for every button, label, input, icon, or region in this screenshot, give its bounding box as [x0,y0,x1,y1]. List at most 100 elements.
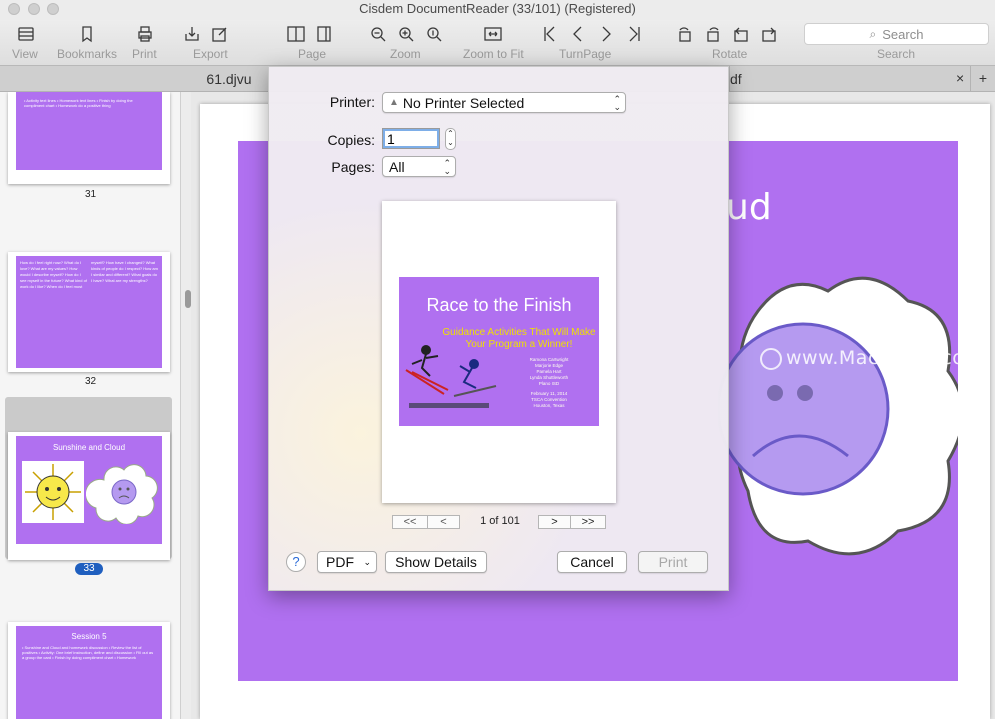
two-page-icon[interactable] [284,23,308,45]
pages-value: All [389,158,405,175]
thumbnail-title: Sunshine and Cloud [52,443,126,452]
export-group[interactable] [180,23,232,45]
page-number-31: 31 [84,189,97,200]
bookmarks-group[interactable] [75,23,99,45]
pdf-menu-button[interactable]: PDF ⌄ [317,551,377,573]
next-page-icon[interactable] [594,23,618,45]
slide-title: ud [726,187,772,228]
zoom-out-icon[interactable] [366,23,390,45]
zoom-in-icon[interactable] [394,23,418,45]
pdf-label: PDF [326,554,354,570]
search-label: Search [877,47,916,61]
thumbnail-page-34[interactable]: Session 5 • Sunshine and Cloud and homew… [8,622,170,719]
search-placeholder: Search [882,26,924,42]
print-dialog: Printer: ▲ No Printer Selected ⌃ ⌄ Copies… [268,66,729,591]
export-label: Export [193,47,228,61]
single-page-icon[interactable] [312,23,336,45]
turnpage-label: TurnPage [559,47,612,61]
pages-select[interactable]: All ⌃ ⌄ [382,156,456,177]
zoom-group[interactable] [366,23,446,45]
turnpage-group[interactable] [538,23,646,45]
help-button[interactable]: ? [286,552,306,572]
zoom-fit-group[interactable] [481,23,505,45]
cloud-icon [86,464,158,524]
cloud-icon [718,276,958,556]
bookmark-icon[interactable] [75,23,99,45]
thumbnail-slide: Sunshine and Cloud [16,436,162,544]
tab-label: df [730,70,742,87]
skiers-illustration [405,345,497,397]
watermark-logo-icon [760,347,782,370]
tab-pdf[interactable]: df [729,66,969,91]
bookmarks-label: Bookmarks [57,47,118,61]
zoom-label: Zoom [390,47,421,61]
window-title: Cisdem DocumentReader (33/101) (Register… [359,1,636,16]
search-icon: ⌕ [869,26,877,41]
updown-chevron-icon: ⌃ ⌄ [613,94,621,112]
download-icon[interactable] [180,23,204,45]
view-icon[interactable] [14,23,38,45]
thumbnail-sidebar[interactable]: • Activity text lines • Homework text li… [0,92,181,719]
thumbnail-slide: How do I feel right now? What do I love?… [16,256,162,368]
printer-icon[interactable] [133,23,157,45]
preview-date-line: Houston, Texas [533,403,565,408]
watermark-text: www.MacDown.com [786,347,984,369]
print-group[interactable] [133,23,157,45]
thumbnail-slide: Session 5 • Sunshine and Cloud and homew… [16,626,162,719]
print-button[interactable]: Print [638,551,708,573]
watermark: www.MacDown.com [760,347,983,370]
zoom-to-fit-icon[interactable] [481,23,505,45]
rotate-left-icon[interactable] [673,23,697,45]
close-window-button[interactable] [8,3,20,15]
print-preview-page: Race to the Finish Guidance Activities T… [382,201,616,503]
print-label: Print [132,47,157,61]
rotate-label: Rotate [712,47,748,61]
first-preview-page-button[interactable]: << [392,515,428,529]
preview-link-bar [409,403,489,408]
zoom-to-fit-label: Zoom to Fit [463,47,524,61]
actual-size-icon[interactable] [422,23,446,45]
copies-label: Copies: [327,132,375,148]
tab-61-djvu[interactable]: 61.djvu [0,66,268,91]
page-group[interactable] [284,23,336,45]
first-page-icon[interactable] [538,23,562,45]
copies-stepper[interactable]: ⌃ ⌄ [445,128,456,150]
thumbnail-page-32[interactable]: How do I feel right now? What do I love?… [8,252,170,372]
tab-label: 61.djvu [206,70,252,87]
tab-close-button[interactable]: × [956,70,964,86]
printer-select[interactable]: ▲ No Printer Selected ⌃ ⌄ [382,92,626,113]
preview-authors: Ramona Cartwright Marjorie Edge Pamela H… [509,357,589,409]
view-group[interactable] [14,23,38,45]
pages-label: Pages: [331,159,375,175]
thumbnail-page-33[interactable]: Sunshine and Cloud [8,432,170,560]
search-input[interactable]: ⌕ Search [804,23,989,45]
page-number-33: 33 [75,563,103,575]
rotate-page-right-icon[interactable] [757,23,781,45]
zoom-window-button[interactable] [47,3,59,15]
edit-icon[interactable] [208,23,232,45]
show-details-button[interactable]: Show Details [385,551,487,573]
last-preview-page-button[interactable]: >> [570,515,606,529]
chevron-down-icon: ⌄ [363,556,371,567]
page-label: Page [298,47,327,61]
rotate-group[interactable] [673,23,781,45]
thumbnail-title: Session 5 [71,632,107,641]
warning-icon: ▲ [389,97,399,108]
previous-page-icon[interactable] [566,23,590,45]
rotate-right-icon[interactable] [701,23,725,45]
view-label: View [12,47,38,61]
thumbnail-page-31[interactable]: • Activity text lines • Homework text li… [8,92,170,184]
printer-value: No Printer Selected [402,94,525,111]
previous-preview-page-button[interactable]: < [427,515,460,529]
title-bar: Cisdem DocumentReader (33/101) (Register… [0,0,995,20]
copies-field[interactable] [382,128,440,149]
minimize-window-button[interactable] [28,3,40,15]
updown-chevron-icon: ⌃ ⌄ [443,158,451,176]
next-preview-page-button[interactable]: > [538,515,571,529]
rotate-page-left-icon[interactable] [729,23,753,45]
last-page-icon[interactable] [622,23,646,45]
cancel-button[interactable]: Cancel [557,551,627,573]
page-number-32: 32 [84,376,97,387]
add-tab-button[interactable]: + [970,66,995,91]
preview-title: Race to the Finish [426,295,572,315]
